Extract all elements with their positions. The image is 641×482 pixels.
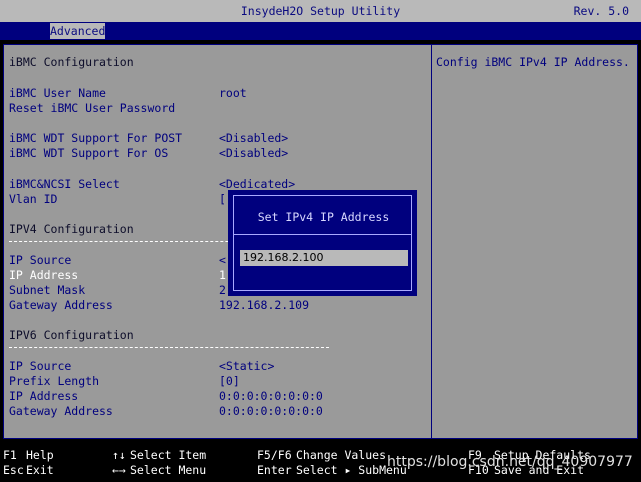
menu-item-ibmc-user-name[interactable]: iBMC User Name: [9, 86, 106, 100]
revision-label: Rev. 5.0: [573, 4, 629, 18]
help-divider: [431, 44, 432, 439]
key-f1: F1: [3, 448, 17, 462]
ip-address-dialog: Set IPv4 IP Address 192.168.2.100: [228, 190, 417, 296]
tab-advanced[interactable]: Advanced: [50, 23, 105, 39]
key-esc-label: Exit: [26, 463, 54, 477]
dialog-title: Set IPv4 IP Address: [257, 210, 390, 224]
key-f5f6: F5/F6: [257, 448, 292, 462]
value-ipv4-address: 1: [219, 268, 226, 282]
key-f5f6-label: Change Values: [296, 448, 387, 462]
key-esc: Esc: [3, 463, 24, 477]
app-title: InsydeH2O Setup Utility: [240, 4, 401, 18]
menu-item-ipv6-gateway[interactable]: Gateway Address: [9, 404, 113, 418]
help-text: Config iBMC IPv4 IP Address.: [436, 55, 630, 69]
dialog-frame: Set IPv4 IP Address 192.168.2.100: [233, 195, 412, 291]
menu-item-wdt-post[interactable]: iBMC WDT Support For POST: [9, 131, 182, 145]
value-subnet-mask: 2: [219, 283, 226, 297]
ipv6-separator: [9, 347, 329, 348]
left-right-arrows-icon: ←→: [112, 463, 126, 477]
menu-item-subnet-mask[interactable]: Subnet Mask: [9, 283, 85, 297]
menu-item-ipv6-source[interactable]: IP Source: [9, 359, 71, 373]
value-ipv4-gateway: 192.168.2.109: [219, 298, 310, 312]
menu-item-ncsi-select[interactable]: iBMC&NCSI Select: [9, 177, 120, 191]
value-ibmc-user-name: root: [219, 86, 247, 100]
ip-address-input[interactable]: 192.168.2.100: [240, 250, 408, 266]
title-bar: InsydeH2O Setup Utility Rev. 5.0: [0, 0, 641, 22]
ipv6-section-title: IPV6 Configuration: [9, 328, 134, 342]
dialog-separator: [234, 234, 411, 235]
key-leftright-label: Select Menu: [130, 463, 207, 477]
menu-item-ipv4-source[interactable]: IP Source: [9, 253, 71, 267]
menu-item-ipv4-gateway[interactable]: Gateway Address: [9, 298, 113, 312]
bios-screen: InsydeH2O Setup Utility Rev. 5.0 Advance…: [0, 0, 641, 482]
menu-item-wdt-os[interactable]: iBMC WDT Support For OS: [9, 146, 168, 160]
section-title: iBMC Configuration: [9, 55, 134, 69]
value-wdt-os: <Disabled>: [219, 146, 289, 160]
tab-bar: Advanced: [0, 22, 641, 40]
menu-item-ipv6-address[interactable]: IP Address: [9, 389, 78, 403]
ipv4-section-title: IPV4 Configuration: [9, 222, 134, 236]
key-updown-label: Select Item: [130, 448, 207, 462]
key-enter: Enter: [257, 463, 292, 477]
watermark-url: https://blog.csdn.net/qq_40907977: [387, 454, 633, 470]
value-ipv6-source: <Static>: [219, 359, 275, 373]
menu-item-ipv4-address[interactable]: IP Address: [9, 268, 78, 282]
value-ncsi-select: <Dedicated>: [219, 177, 296, 191]
value-ipv4-source: <: [219, 253, 226, 267]
menu-item-prefix-length[interactable]: Prefix Length: [9, 374, 99, 388]
value-vlan-id: [: [219, 192, 226, 206]
value-ipv6-gateway: 0:0:0:0:0:0:0:0: [219, 404, 323, 418]
value-prefix-length: [0]: [219, 374, 240, 388]
up-down-arrows-icon: ↑↓: [112, 448, 126, 462]
menu-item-vlan-id[interactable]: Vlan ID: [9, 192, 57, 206]
menu-item-reset-password[interactable]: Reset iBMC User Password: [9, 101, 175, 115]
value-wdt-post: <Disabled>: [219, 131, 289, 145]
value-ipv6-address: 0:0:0:0:0:0:0:0: [219, 389, 323, 403]
key-f1-label: Help: [26, 448, 54, 462]
